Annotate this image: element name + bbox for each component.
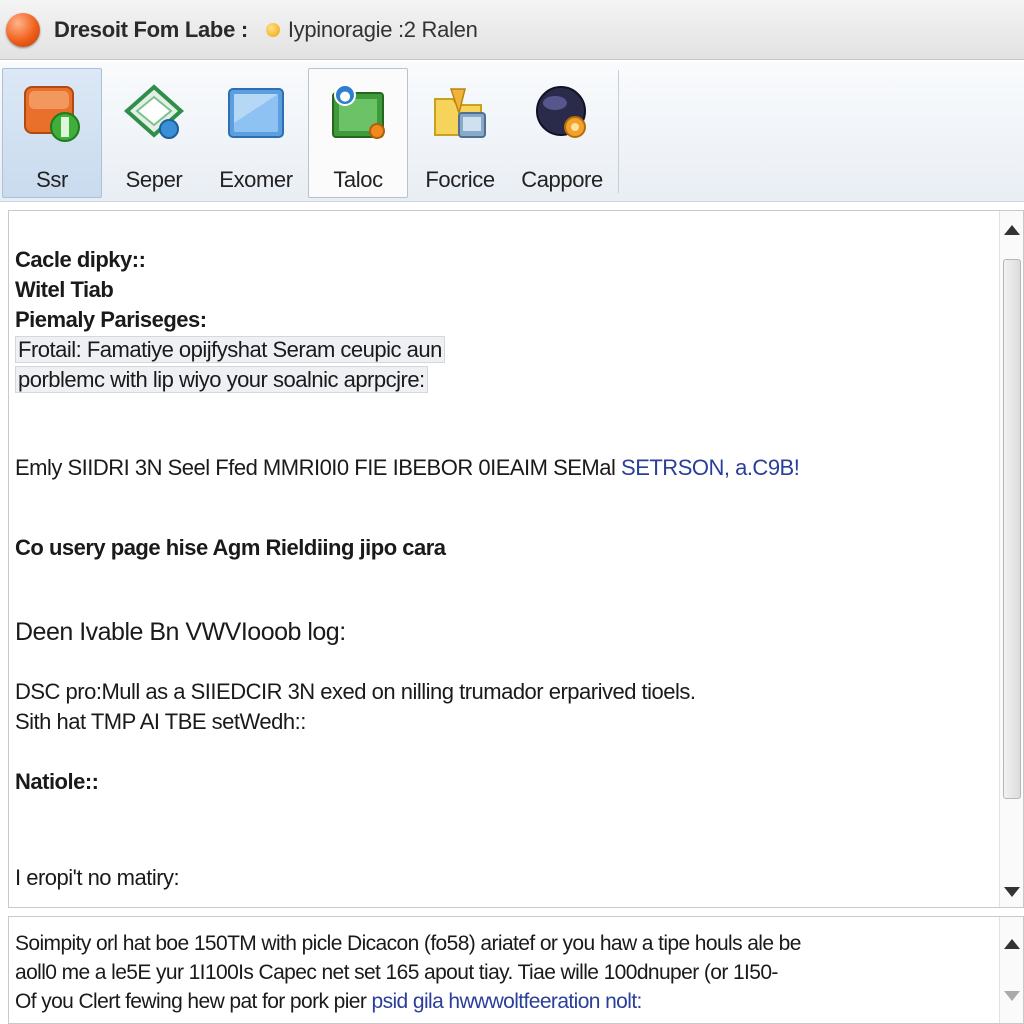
doc-link[interactable]: SETRSON, a.C9B! — [621, 455, 800, 480]
toolbar-button-exomer[interactable]: Exomer — [206, 68, 306, 198]
doc-line: I eropi't no matiry: — [15, 865, 180, 890]
title-separator-icon — [265, 22, 280, 37]
toolbar-label: Ssr — [36, 167, 68, 192]
toolbar-button-seper[interactable]: Seper — [104, 68, 204, 198]
doc-text: Emly SIIDRI 3N Seel Ffed MMRI0I0 FIE IBE… — [15, 455, 616, 480]
doc-line: Cacle dipky:: — [15, 247, 146, 272]
toolbar-label: Taloc — [333, 167, 383, 192]
blue-window-icon — [225, 83, 287, 145]
doc-line: Natiole:: — [15, 769, 99, 794]
toolbar-button-cappore[interactable]: Cappore — [512, 68, 612, 198]
toolbar: Ssr Seper Exomer ● Taloc Focrice Cappore — [0, 62, 1024, 202]
document-pane[interactable]: Cacle dipky:: Witel Tiab Piemaly Pariseg… — [8, 210, 1024, 908]
doc-line: DSC pro:Mull as a SIIEDCIR 3N exed on ni… — [15, 679, 696, 704]
toolbar-label: Cappore — [521, 167, 603, 192]
toolbar-button-ssr[interactable]: Ssr — [2, 68, 102, 198]
orange-green-app-icon — [21, 83, 83, 145]
highlighted-text: porblemc with lip wiyo your soalnic aprp… — [15, 366, 428, 393]
preview-line: aoll0 me a le5E yur 1I100Is Capec net se… — [15, 961, 778, 984]
toolbar-label: Exomer — [219, 167, 293, 192]
scroll-up-arrow-icon[interactable] — [1004, 939, 1020, 949]
doc-line: Witel Tiab — [15, 277, 114, 302]
toolbar-label: Focrice — [425, 167, 495, 192]
window-subtitle: Iypinoragie :2 Ralen — [287, 16, 478, 42]
title-bar: Dresoit Fom Labe : Iypinoragie :2 Ralen — [0, 0, 1024, 60]
app-orb-icon[interactable] — [6, 12, 40, 47]
doc-line-highlight: Frotail: Famatiye opijfyshat Seram ceupi… — [15, 335, 445, 365]
toolbar-label: Seper — [125, 167, 183, 192]
dark-orb-icon — [531, 83, 593, 145]
svg-text:●: ● — [339, 89, 350, 104]
scroll-thumb[interactable] — [1003, 259, 1021, 799]
toolbar-button-focrice[interactable]: Focrice — [410, 68, 510, 198]
green-board-icon: ● — [327, 83, 389, 145]
highlighted-text: Frotail: Famatiye opijfyshat Seram ceupi… — [15, 336, 445, 363]
doc-line: Piemaly Pariseges: — [15, 307, 207, 332]
preview-pane[interactable]: Soimpity orl hat boe 150TM with picle Di… — [8, 916, 1024, 1024]
window-title: Dresoit Fom Labe : — [54, 16, 248, 42]
doc-line: Sith hat TMP AI TBE setWedh:: — [15, 709, 306, 734]
preview-line: Soimpity orl hat boe 150TM with picle Di… — [15, 932, 801, 955]
scroll-down-arrow-icon[interactable] — [1004, 991, 1020, 1001]
toolbar-divider — [618, 70, 619, 193]
preview-scrollbar[interactable] — [999, 917, 1023, 1023]
preview-link[interactable]: psid gila hwwwoltfeeration nolt: — [372, 990, 643, 1013]
preview-content: Soimpity orl hat boe 150TM with picle Di… — [15, 929, 995, 1016]
doc-line: Co usery page hise Agm Rieldiing jipo ca… — [15, 535, 446, 560]
scroll-up-arrow-icon[interactable] — [1004, 225, 1020, 235]
preview-text: Of you Clert fewing hew pat for pork pie… — [15, 990, 367, 1013]
green-diamond-icon — [123, 83, 185, 145]
toolbar-button-taloc[interactable]: ● Taloc — [308, 68, 408, 198]
preview-line: Of you Clert fewing hew pat for pork pie… — [15, 987, 995, 1016]
doc-heading: Deen Ivable Bn VWVIooob log: — [15, 618, 346, 646]
doc-line: Emly SIIDRI 3N Seel Ffed MMRI0I0 FIE IBE… — [15, 453, 800, 483]
document-scrollbar[interactable] — [999, 211, 1023, 907]
yellow-folder-icon — [429, 83, 491, 145]
scroll-down-arrow-icon[interactable] — [1004, 887, 1020, 897]
doc-line-highlight: porblemc with lip wiyo your soalnic aprp… — [15, 365, 428, 395]
